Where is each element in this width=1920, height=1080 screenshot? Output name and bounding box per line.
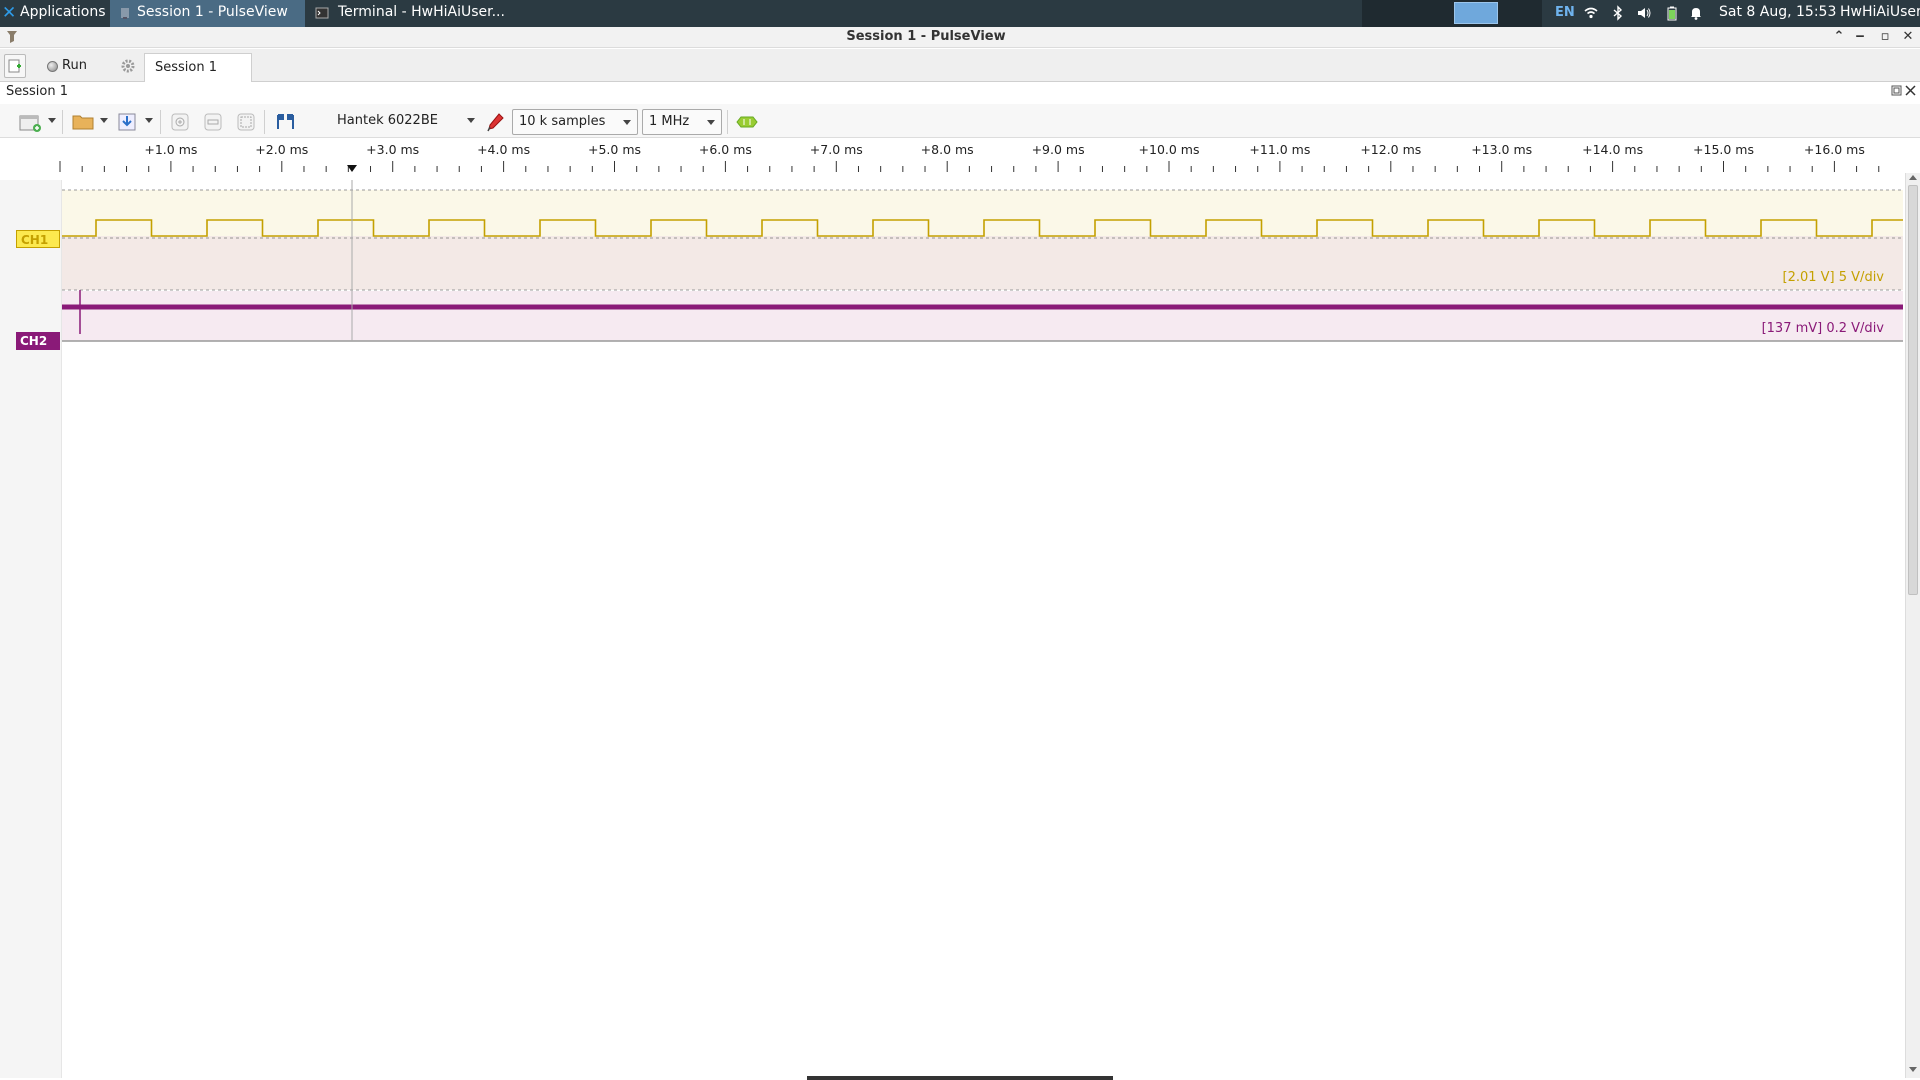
scroll-down-icon[interactable]: [1909, 1067, 1917, 1072]
bluetooth-icon[interactable]: [1610, 5, 1626, 21]
window-title: Session 1 - PulseView: [846, 29, 1006, 44]
run-button-label: Run: [62, 58, 87, 73]
terminal-icon: [315, 7, 329, 19]
zoom-in-icon[interactable]: [170, 112, 190, 132]
window-titlebar[interactable]: Session 1 - PulseView ⌃ ‒ ▫ ✕: [0, 27, 1920, 48]
new-session-button[interactable]: [4, 54, 26, 78]
toolbar-separator: [727, 110, 728, 134]
volume-icon[interactable]: [1636, 5, 1652, 21]
ruler-tick-label: +13.0 ms: [1471, 142, 1533, 157]
clock[interactable]: Sat 8 Aug, 15:53: [1719, 0, 1836, 27]
battery-icon[interactable]: [1664, 5, 1680, 21]
chevron-down-icon: [623, 120, 631, 125]
time-ruler[interactable]: +1.0 ms +2.0 ms +3.0 ms +4.0 ms +5.0 ms +6.0 …: [0, 139, 1920, 179]
ch1-upper-band: [62, 190, 1903, 236]
save-download-icon[interactable]: [117, 112, 137, 132]
ch1-scale-readout: [2.01 V] 5 V/div: [1782, 270, 1884, 285]
taskbar-item-label: Terminal - HwHiAiUser...: [338, 4, 505, 20]
waveform-canvas[interactable]: [0, 180, 1905, 1080]
ruler-tick-label: +12.0 ms: [1360, 142, 1422, 157]
toolbar-separator: [160, 110, 161, 134]
taskbar-item-pulseview[interactable]: Session 1 - PulseView: [110, 0, 305, 27]
open-folder-icon[interactable]: [72, 112, 96, 132]
ruler-tick-label: +16.0 ms: [1803, 142, 1865, 157]
scroll-up-icon[interactable]: [1909, 175, 1917, 180]
horizontal-scroll-thumb[interactable]: [807, 1076, 1113, 1080]
taskbar-item-terminal[interactable]: Terminal - HwHiAiUser...: [307, 0, 507, 27]
wifi-icon[interactable]: [1583, 5, 1599, 21]
ruler-tick-label: +11.0 ms: [1249, 142, 1311, 157]
device-selector-label[interactable]: Hantek 6022BE: [337, 113, 438, 128]
close-icon[interactable]: ✕: [1901, 30, 1915, 44]
ruler-tick-label: +3.0 ms: [366, 142, 420, 157]
vertical-scroll-thumb[interactable]: [1908, 185, 1918, 595]
ruler-tick-label: +6.0 ms: [698, 142, 752, 157]
new-session-icon: [8, 59, 21, 73]
device-dropdown-icon[interactable]: [467, 118, 475, 123]
session-title: Session 1: [6, 84, 69, 99]
toolbar-separator: [264, 110, 265, 134]
dock-buttons[interactable]: [1891, 85, 1917, 97]
main-toolbar: Hantek 6022BE 10 k samples 1 MHz: [0, 104, 1920, 138]
ruler-tick-label: +4.0 ms: [477, 142, 531, 157]
user-menu[interactable]: HwHiAiUser: [1840, 0, 1920, 27]
sample-count-value: 10 k samples: [519, 114, 606, 129]
vertical-scrollbar[interactable]: [1905, 173, 1920, 1078]
ruler-tick-label: +2.0 ms: [255, 142, 309, 157]
tab-session-1[interactable]: Session 1: [144, 53, 252, 82]
ruler-tick-label: +1.0 ms: [144, 142, 198, 157]
ch2-scale-readout: [137 mV] 0.2 V/div: [1761, 321, 1884, 336]
add-protocol-decoder-icon[interactable]: [735, 112, 759, 132]
taskbar-item-label: Session 1 - PulseView: [137, 4, 288, 20]
sample-count-select[interactable]: 10 k samples: [512, 109, 638, 135]
chevron-down-icon[interactable]: [145, 118, 153, 123]
workspace-switcher[interactable]: [1362, 0, 1542, 27]
trigger-marker-icon[interactable]: [347, 165, 357, 172]
toolbar-separator: [62, 110, 63, 134]
ruler-tick-label: +5.0 ms: [587, 142, 642, 157]
chevron-down-icon[interactable]: [100, 118, 108, 123]
run-button[interactable]: Run: [37, 54, 101, 78]
ruler-tick-label: +9.0 ms: [1031, 142, 1085, 157]
ruler-ticks: [59, 161, 1880, 172]
sample-rate-value: 1 MHz: [649, 114, 690, 129]
ruler-tick-label: +7.0 ms: [809, 142, 863, 157]
pulseview-icon: [121, 8, 129, 19]
minimize-icon[interactable]: ‒: [1853, 30, 1867, 44]
channel-label-ch1[interactable]: CH1: [16, 230, 60, 248]
xfce-logo-icon: ✕: [2, 3, 17, 23]
ch2-band: [62, 291, 1903, 341]
settings-button[interactable]: [117, 54, 139, 78]
chevron-down-icon: [707, 120, 715, 125]
applications-menu-button[interactable]: ✕ Applications: [0, 0, 109, 27]
session-tabbar: Run Session 1: [0, 49, 1920, 82]
keyboard-layout-indicator[interactable]: EN: [1555, 0, 1575, 27]
probe-config-icon[interactable]: [485, 112, 505, 132]
ruler-tick-label: +14.0 ms: [1582, 142, 1644, 157]
ruler-tick-label: +10.0 ms: [1138, 142, 1200, 157]
ch1-lower-band: [62, 236, 1903, 290]
cursors-icon[interactable]: [274, 112, 298, 132]
workspace-active[interactable]: [1454, 2, 1498, 24]
run-indicator-icon: [47, 61, 58, 72]
notifications-icon[interactable]: [1688, 5, 1704, 21]
sample-rate-select[interactable]: 1 MHz: [642, 109, 722, 135]
window-up-icon[interactable]: ⌃: [1832, 30, 1846, 44]
gear-icon: [121, 59, 135, 73]
channel-label-ch2[interactable]: CH2: [16, 332, 60, 350]
applications-label: Applications: [20, 4, 106, 20]
add-decoder-icon[interactable]: [19, 113, 43, 133]
zoom-out-icon[interactable]: [203, 112, 223, 132]
chevron-down-icon[interactable]: [48, 118, 56, 123]
maximize-icon[interactable]: ▫: [1878, 30, 1892, 44]
ruler-tick-label: +15.0 ms: [1693, 142, 1754, 157]
system-panel: ✕ Applications Session 1 - PulseView Ter…: [0, 0, 1920, 27]
ruler-tick-label: +8.0 ms: [920, 142, 974, 157]
zoom-fit-icon[interactable]: [236, 112, 256, 132]
